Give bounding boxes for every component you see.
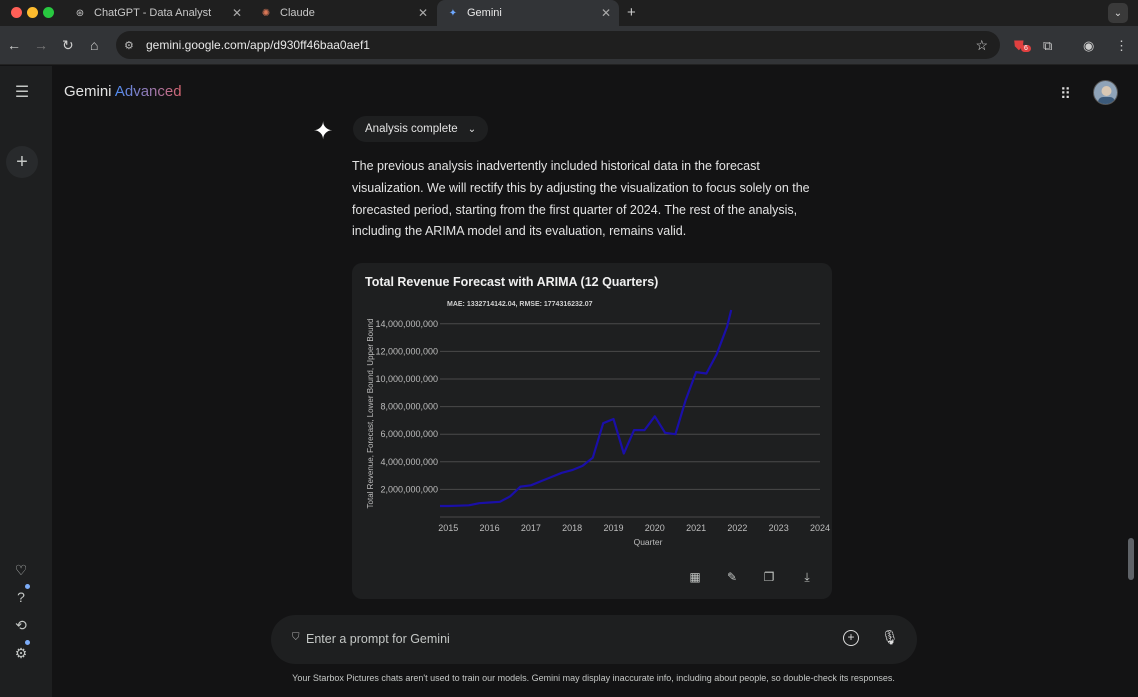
x-tick-label: 2023 — [769, 523, 789, 533]
prompt-input[interactable] — [306, 627, 806, 651]
edit-icon[interactable]: ✎ — [724, 569, 740, 585]
y-tick-label: 12,000,000,000 — [375, 346, 438, 356]
gems-icon[interactable]: ♡ — [12, 561, 30, 579]
chart-card-title: Total Revenue Forecast with ARIMA (12 Qu… — [365, 275, 659, 289]
gemini-spark-icon: ✦ — [313, 118, 334, 145]
x-tick-label: 2020 — [645, 523, 665, 533]
tab-title: ChatGPT - Data Analyst — [94, 7, 212, 19]
back-icon[interactable]: ← — [7, 37, 21, 53]
prompt-bar: ⛉ + 🎙 — [271, 615, 917, 664]
revenue-series-line — [440, 309, 733, 508]
tab-search-icon[interactable]: ⌄ — [1108, 3, 1128, 23]
brand-name: Gemini — [64, 83, 112, 100]
revenue-forecast-chart: 2,000,000,000 4,000,000,000 6,000,000,000 8… — [366, 301, 830, 547]
disclaimer-text: Your Starbox Pictures chats aren't used … — [292, 673, 895, 683]
close-tab-icon[interactable]: ✕ — [418, 6, 428, 20]
y-tick-label: 2,000,000,000 — [380, 484, 438, 494]
new-chat-button[interactable]: + — [6, 146, 38, 178]
shield-icon: ⛉ — [292, 632, 300, 643]
browser-toolbar: ← → ↻ ⌂ ⚙ gemini.google.com/app/d930ff46… — [0, 26, 1138, 65]
browser-menu-icon[interactable]: ⋮ — [1115, 38, 1128, 54]
extensions-puzzle-icon[interactable]: ⧉ — [1043, 38, 1052, 54]
avatar-image — [1098, 86, 1115, 104]
y-tick-label: 6,000,000,000 — [380, 429, 438, 439]
tab-gemini[interactable]: ✦ Gemini ✕ — [437, 0, 619, 26]
tab-title: Claude — [280, 7, 315, 19]
x-axis-label: Quarter — [634, 537, 663, 547]
chart-card: Total Revenue Forecast with ARIMA (12 Qu… — [352, 263, 832, 599]
x-tick-label: 2016 — [480, 523, 500, 533]
status-chip-label: Analysis complete — [365, 123, 458, 135]
chevron-down-icon: ⌄ — [467, 123, 477, 135]
claude-icon: ✺ — [261, 7, 271, 19]
address-bar[interactable]: ⚙ gemini.google.com/app/d930ff46baa0aef1… — [116, 31, 1000, 59]
y-tick-label: 10,000,000,000 — [375, 374, 438, 384]
menu-icon[interactable]: ☰ — [13, 83, 31, 101]
brand-tier: Advanced — [114, 83, 182, 100]
activity-icon[interactable]: ⟲ — [12, 616, 30, 634]
copy-icon[interactable]: ❐ — [761, 569, 777, 585]
add-file-icon[interactable]: + — [843, 630, 859, 646]
close-tab-icon[interactable]: ✕ — [601, 6, 611, 20]
url-text: gemini.google.com/app/d930ff46baa0aef1 — [146, 38, 370, 52]
maximize-window-button[interactable] — [43, 7, 54, 18]
tab-chatgpt[interactable]: ⊛ ChatGPT - Data Analyst ✕ — [64, 0, 250, 26]
close-window-button[interactable] — [11, 7, 22, 18]
plus-icon: + — [16, 150, 28, 173]
avatar[interactable] — [1093, 80, 1118, 105]
site-info-icon[interactable]: ⚙ — [124, 39, 140, 52]
microphone-icon[interactable]: 🎙 — [881, 629, 899, 646]
extension-badge: 6 — [1021, 45, 1031, 52]
help-icon[interactable]: ? — [12, 588, 30, 606]
bookmark-star-icon[interactable]: ☆ — [975, 37, 988, 54]
settings-icon[interactable]: ⚙ — [12, 644, 30, 662]
reload-icon[interactable]: ↻ — [62, 37, 74, 54]
x-tick-label: 2018 — [562, 523, 582, 533]
chatgpt-icon: ⊛ — [75, 7, 85, 19]
forward-icon[interactable]: → — [34, 37, 48, 53]
x-tick-label: 2024 — [810, 523, 830, 533]
scrollbar-thumb[interactable] — [1128, 538, 1134, 580]
gemini-icon: ✦ — [448, 7, 458, 19]
table-icon[interactable]: ▦ — [687, 569, 703, 585]
home-icon[interactable]: ⌂ — [90, 37, 98, 53]
close-tab-icon[interactable]: ✕ — [232, 6, 242, 20]
y-tick-label: 8,000,000,000 — [380, 402, 438, 412]
chart-actions: ▦ ✎ ❐ ⤓ — [352, 559, 832, 599]
google-apps-icon[interactable]: ⠿ — [1060, 85, 1071, 103]
new-tab-button[interactable]: + — [627, 4, 636, 21]
browser-tab-strip: ⊛ ChatGPT - Data Analyst ✕ ✺ Claude ✕ ✦ … — [0, 0, 1138, 26]
x-tick-label: 2022 — [727, 523, 747, 533]
x-tick-label: 2021 — [686, 523, 706, 533]
response-text: The previous analysis inadvertently incl… — [352, 159, 810, 239]
profile-icon[interactable]: ◉ — [1083, 38, 1094, 54]
download-icon[interactable]: ⤓ — [799, 569, 815, 585]
side-rail: ☰ + ♡ ? ⟲ ⚙ — [0, 66, 52, 697]
y-axis-label: Total Revenue, Forecast, Lower Bound, Up… — [366, 319, 375, 509]
app-title: Gemini Advanced — [64, 83, 182, 100]
y-tick-label: 14,000,000,000 — [375, 319, 438, 329]
x-tick-label: 2019 — [603, 523, 623, 533]
chart-subtitle: MAE: 1332714142.04, RMSE: 1774316232.07 — [447, 301, 593, 308]
minimize-window-button[interactable] — [27, 7, 38, 18]
tab-title: Gemini — [467, 7, 502, 19]
x-tick-label: 2017 — [521, 523, 541, 533]
gemini-app: ☰ + ♡ ? ⟲ ⚙ Gemini Advanced ⠿ ✦ Analysis… — [0, 66, 1138, 697]
y-tick-label: 4,000,000,000 — [380, 457, 438, 467]
analysis-status-chip[interactable]: Analysis complete ⌄ — [353, 116, 489, 142]
x-tick-label: 2015 — [438, 523, 458, 533]
tab-claude[interactable]: ✺ Claude ✕ — [250, 0, 436, 26]
